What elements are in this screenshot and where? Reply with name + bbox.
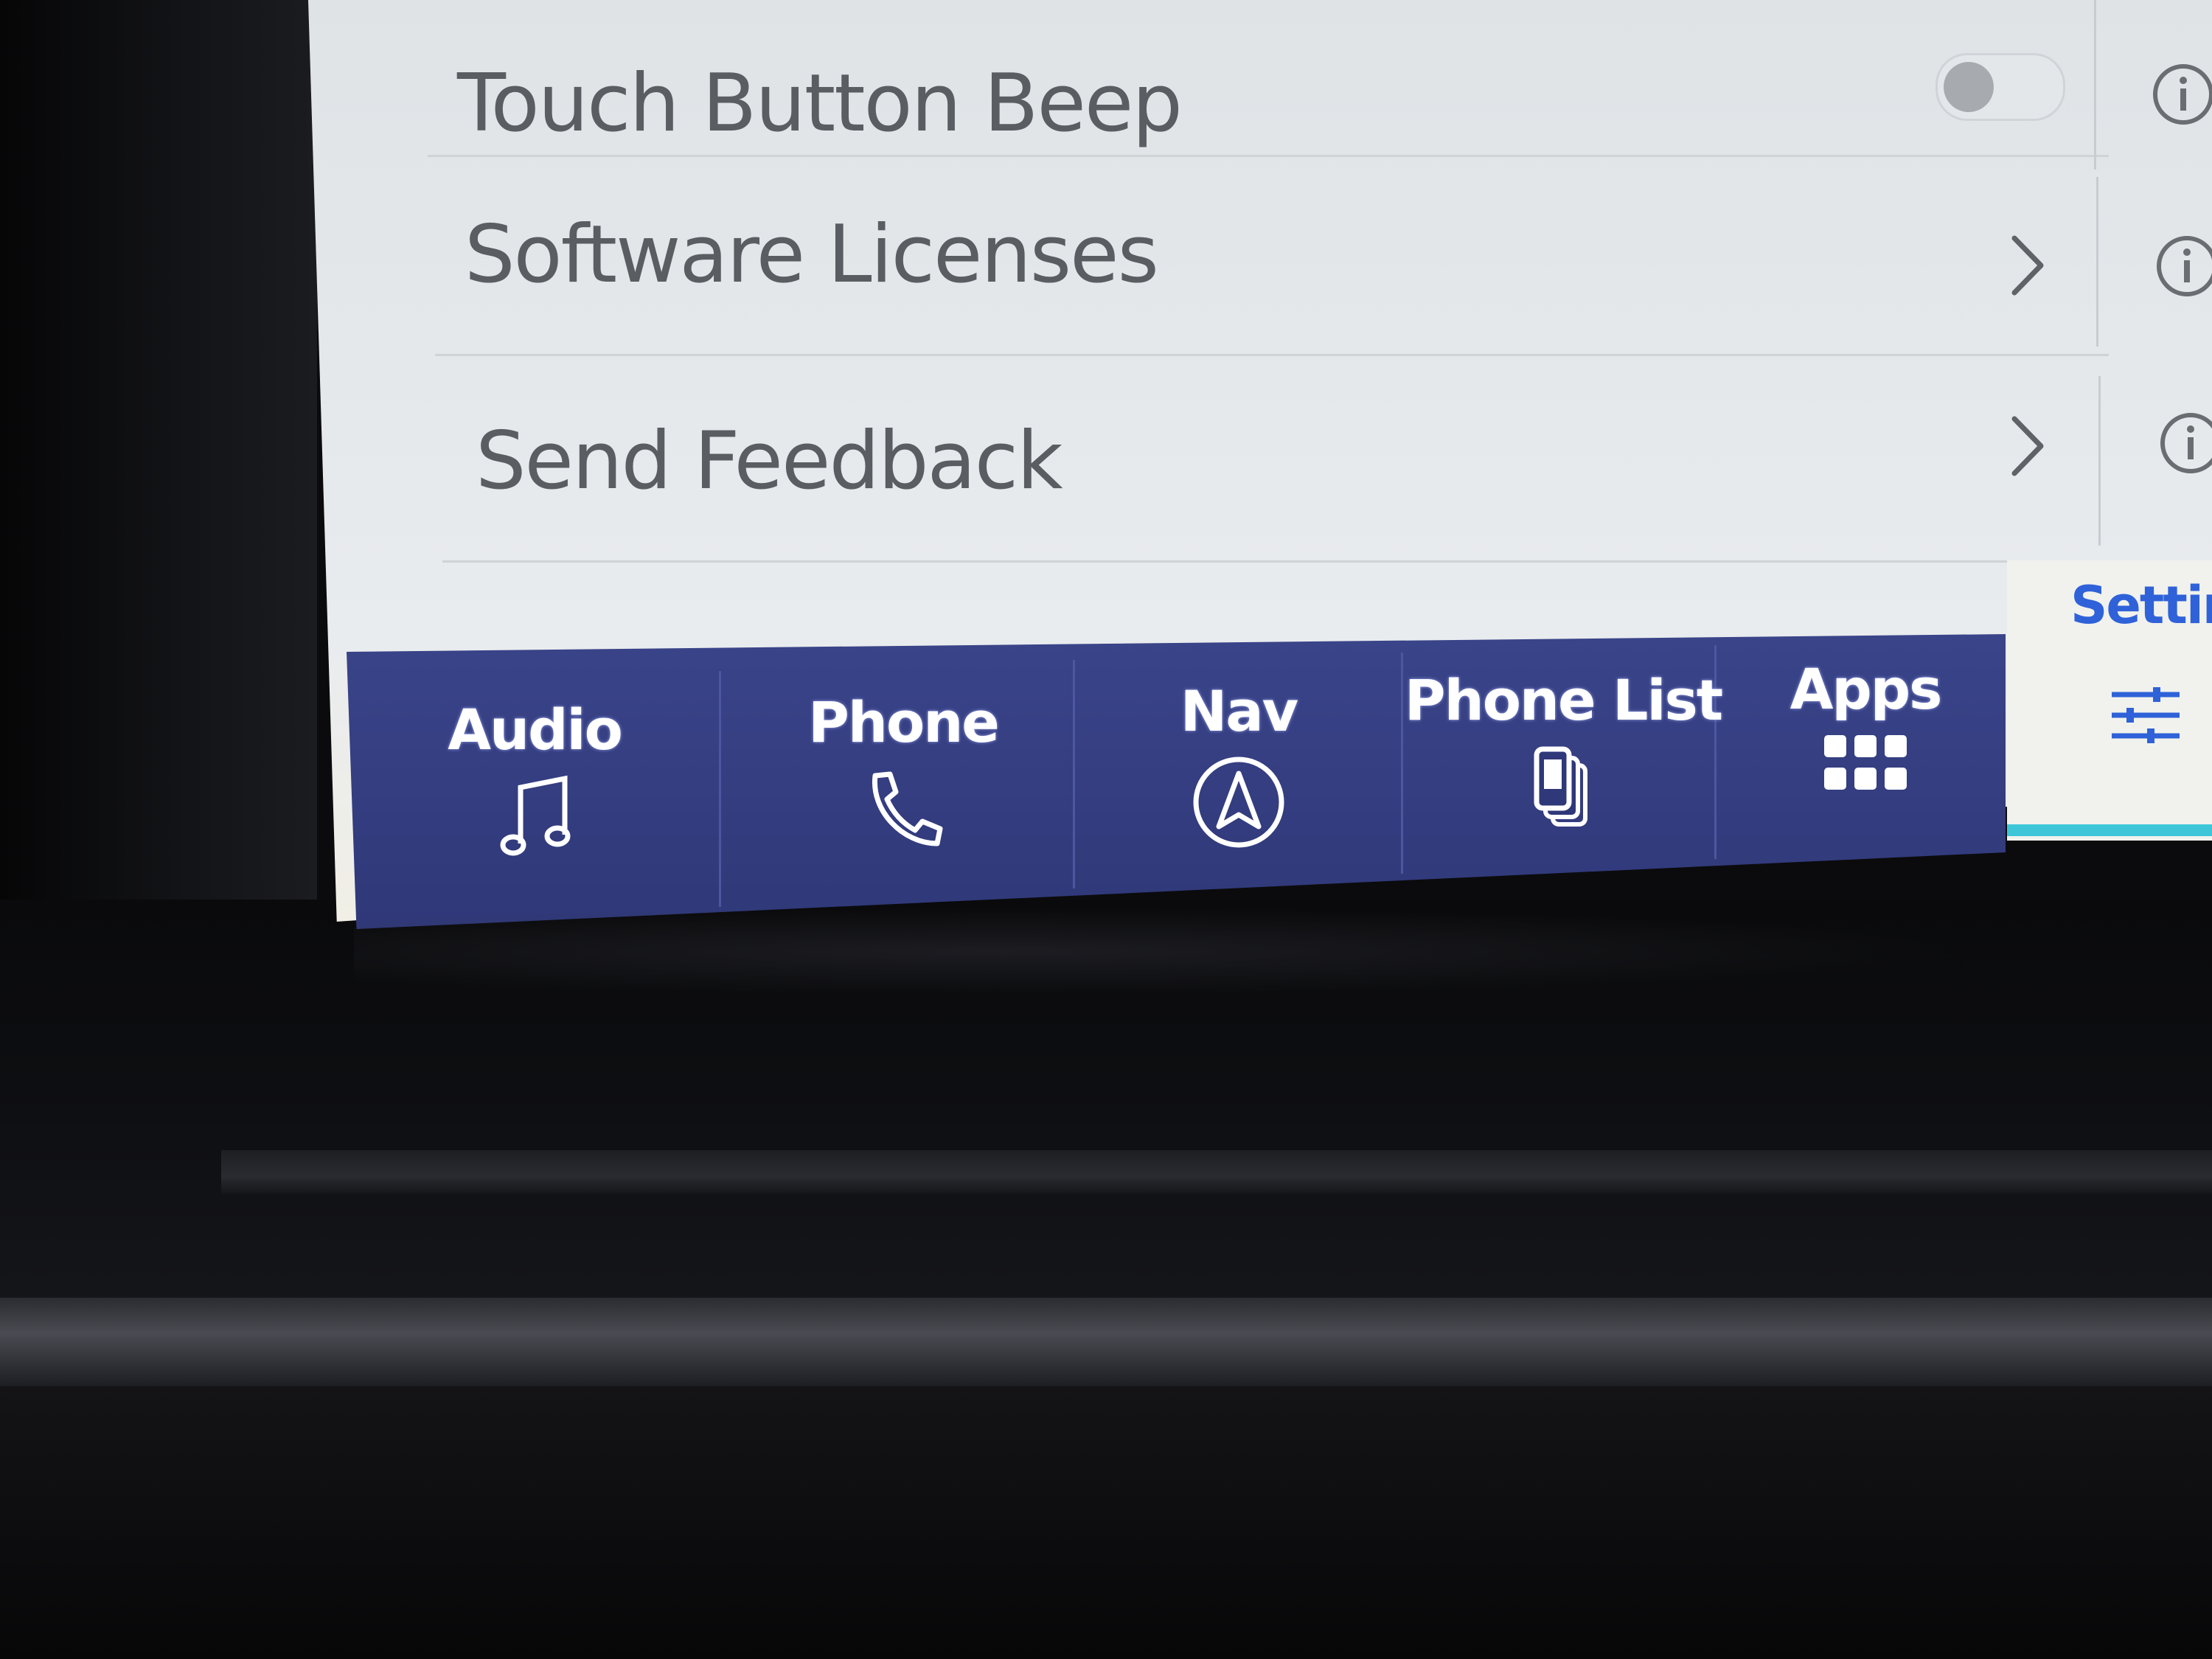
nav-apps-button[interactable]: Apps: [1784, 656, 1947, 797]
settings-row-label: Touch Button Beep: [457, 57, 1183, 150]
nav-phone-label: Phone: [808, 689, 1000, 755]
nav-audio-label: Audio: [448, 697, 623, 762]
row-divider: [2096, 177, 2098, 347]
nav-phone-button[interactable]: Phone: [808, 689, 1000, 857]
sliders-icon: [2109, 686, 2183, 748]
row-divider: [2094, 0, 2096, 170]
music-note-icon: [494, 773, 575, 864]
settings-row-send-feedback[interactable]: Send Feedback: [442, 361, 2109, 563]
navigation-arrow-icon: [1191, 754, 1287, 853]
apps-grid-icon: [1821, 732, 1910, 797]
nav-audio-button[interactable]: Audio: [442, 697, 627, 864]
settings-row-software-licenses[interactable]: Software Licenses: [435, 155, 2109, 356]
info-icon[interactable]: [2153, 232, 2212, 300]
settings-row-label: Send Feedback: [476, 414, 1063, 507]
dashboard-trim: [0, 1298, 2212, 1386]
nav-separator: [1073, 660, 1075, 888]
settings-row-label: Software Licenses: [465, 208, 1159, 301]
nav-separator: [1401, 653, 1403, 874]
nav-separator: [719, 671, 721, 907]
chevron-right-icon: [2006, 413, 2050, 479]
nav-phone-list-button[interactable]: Phone List: [1405, 667, 1723, 835]
toggle-knob: [1944, 62, 1994, 112]
nav-settings-label: Settings: [2070, 575, 2212, 636]
settings-row-touch-button-beep[interactable]: Touch Button Beep: [428, 0, 2109, 157]
nav-navigation-button[interactable]: Nav: [1150, 678, 1327, 853]
touch-button-beep-toggle[interactable]: [1935, 53, 2065, 121]
nav-phone-list-label: Phone List: [1404, 667, 1723, 733]
nav-navigation-label: Nav: [1180, 678, 1298, 744]
active-tab-indicator: [2007, 824, 2212, 836]
info-icon[interactable]: [2157, 409, 2212, 477]
screen-reflection: [354, 907, 1976, 995]
display-bezel-lip: [221, 1150, 2212, 1194]
dashboard-lower-panel: [0, 1386, 2212, 1659]
info-icon[interactable]: [2149, 60, 2212, 128]
phone-list-icon: [1526, 743, 1600, 835]
nav-apps-label: Apps: [1790, 656, 1943, 722]
phone-icon: [859, 765, 947, 857]
chevron-right-icon: [2006, 232, 2050, 299]
row-divider: [2098, 376, 2101, 546]
